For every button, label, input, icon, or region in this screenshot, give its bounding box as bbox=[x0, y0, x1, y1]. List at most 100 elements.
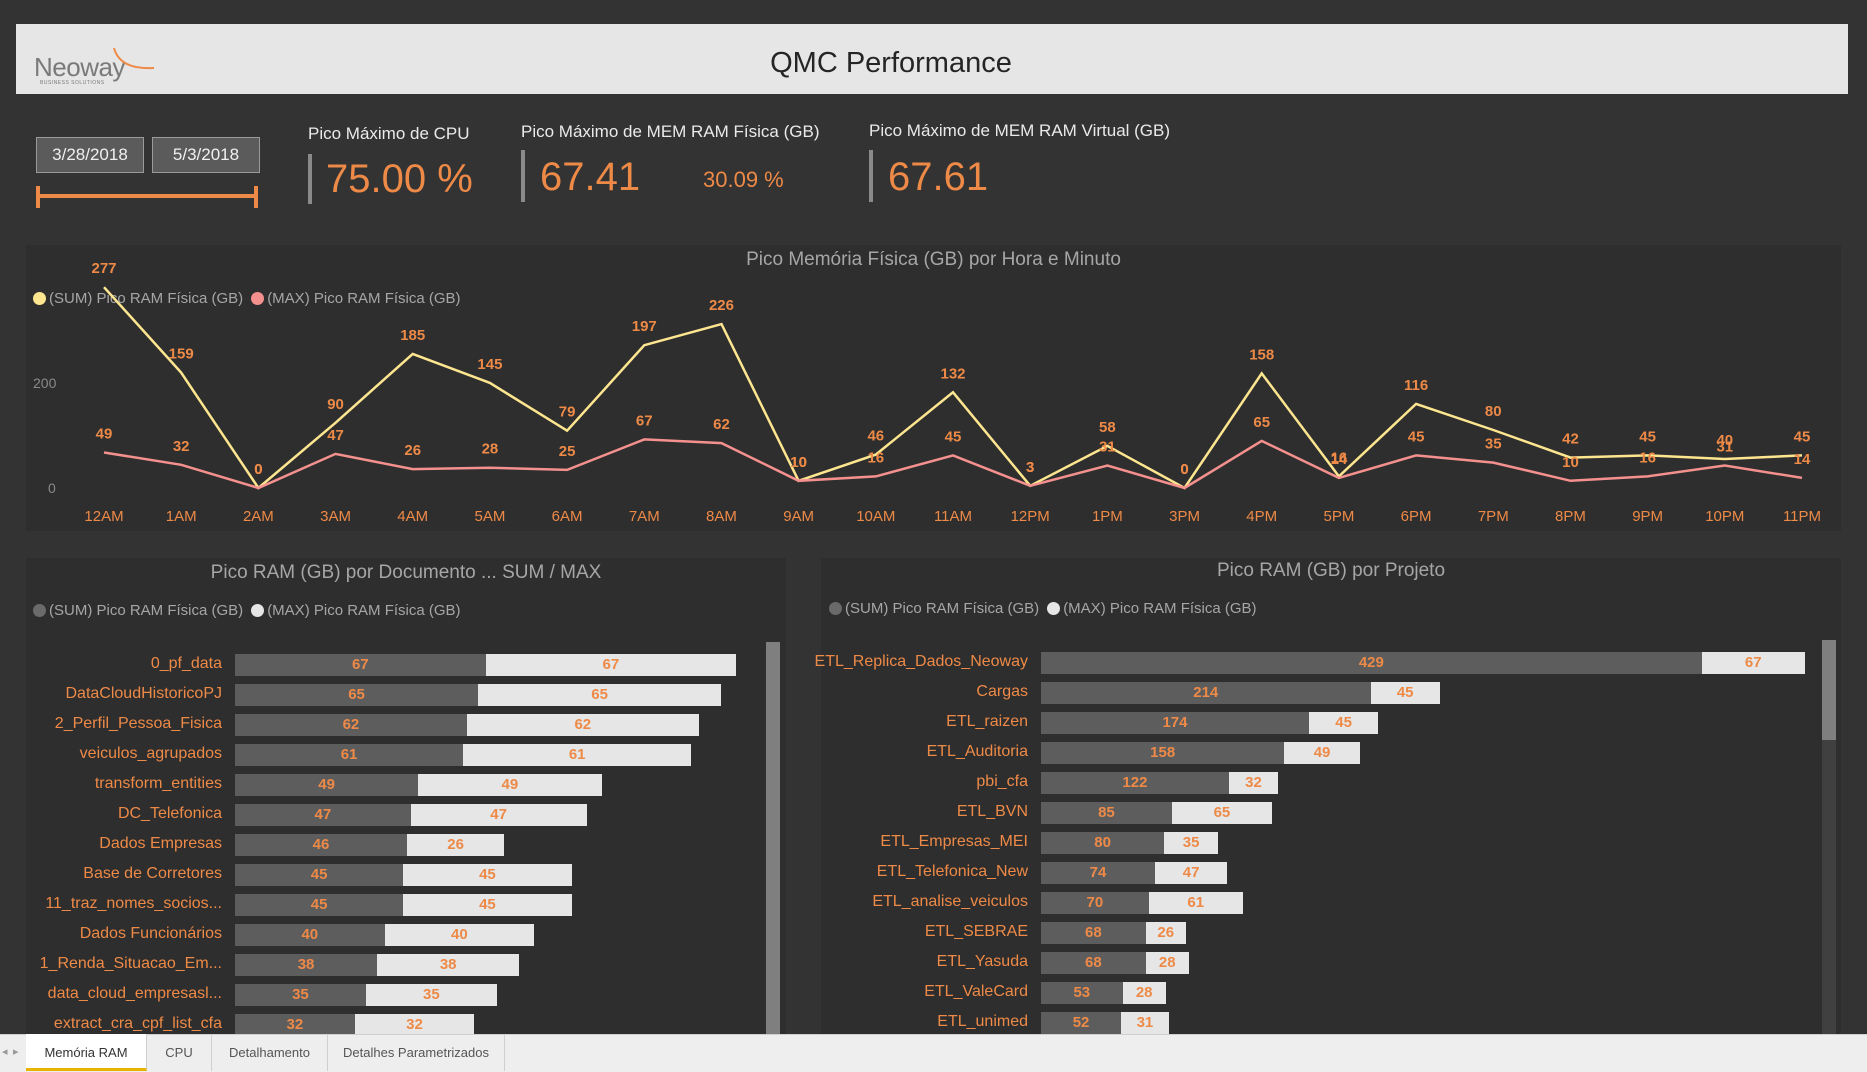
data-label-max: 65 bbox=[1253, 414, 1270, 431]
bar-sum-value: 49 bbox=[318, 776, 335, 793]
x-tick-label: 4AM bbox=[397, 508, 428, 525]
bar-sum-value: 45 bbox=[310, 866, 328, 883]
data-label-sum: 79 bbox=[559, 404, 576, 421]
proj-bar-title: Pico RAM (GB) por Projeto bbox=[1216, 560, 1446, 581]
bar-max-value: 45 bbox=[479, 896, 496, 913]
x-tick-label: 3PM bbox=[1169, 508, 1200, 525]
bar-sum-value: 52 bbox=[1072, 1014, 1090, 1031]
bar-max-value: 47 bbox=[1182, 864, 1200, 881]
tab-next-arrow-icon[interactable]: ▸ bbox=[13, 1034, 19, 1071]
proj-legend-sum-dot-icon bbox=[829, 602, 842, 615]
bar-category-label[interactable]: ETL_Auditoria bbox=[728, 743, 1028, 761]
bar-max-value: 65 bbox=[591, 686, 608, 703]
bar-category-label[interactable]: ETL_Empresas_MEI bbox=[728, 833, 1028, 851]
bar-max-value: 61 bbox=[1187, 894, 1205, 911]
x-tick-label: 11AM bbox=[934, 508, 972, 525]
data-label-sum: 185 bbox=[400, 327, 425, 344]
bar-sum-value: 53 bbox=[1073, 984, 1091, 1001]
bar-max-value: 31 bbox=[1136, 1014, 1154, 1031]
bar-category-label[interactable]: Cargas bbox=[728, 683, 1028, 701]
bar-sum-value: 70 bbox=[1086, 894, 1104, 911]
tab-memoria-ram[interactable]: Memória RAM bbox=[26, 1034, 147, 1071]
bar-sum-value: 61 bbox=[340, 746, 358, 763]
bar-sum-value: 85 bbox=[1098, 804, 1115, 821]
data-label-max: 0 bbox=[1180, 461, 1188, 478]
bar-sum-value: 65 bbox=[348, 686, 365, 703]
tab-cpu[interactable]: CPU bbox=[147, 1034, 212, 1071]
data-label-max: 25 bbox=[559, 443, 576, 460]
x-tick-label: 8AM bbox=[706, 508, 737, 525]
data-label-max: 67 bbox=[636, 412, 653, 429]
bar-category-label[interactable]: extract_cra_cpf_list_cfa bbox=[0, 1015, 222, 1033]
bar-category-label[interactable]: ETL_BVN bbox=[728, 803, 1028, 821]
proj-legend-max[interactable]: (MAX) Pico RAM Física (GB) bbox=[1047, 600, 1257, 617]
bar-category-label[interactable]: ETL_Yasuda bbox=[728, 953, 1028, 971]
bar-sum-value: 40 bbox=[301, 926, 319, 943]
proj-legend-sum[interactable]: (SUM) Pico RAM Física (GB) bbox=[829, 600, 1039, 617]
bar-category-label[interactable]: ETL_Telefonica_New bbox=[728, 863, 1028, 881]
doc-legend-sum-dot-icon bbox=[33, 604, 46, 617]
doc-legend-max[interactable]: (MAX) Pico RAM Física (GB) bbox=[251, 602, 461, 619]
x-tick-label: 1AM bbox=[166, 508, 197, 525]
data-label-max: 49 bbox=[96, 425, 113, 442]
bar-category-label[interactable]: 1_Renda_Situacao_Em... bbox=[0, 955, 222, 973]
bar-category-label[interactable]: DataCloudHistoricoPJ bbox=[0, 685, 222, 703]
tab-prev-arrow-icon[interactable]: ◂ bbox=[2, 1034, 8, 1071]
x-tick-label: 1PM bbox=[1092, 508, 1123, 525]
bar-sum-value: 158 bbox=[1150, 744, 1176, 761]
series-line-max[interactable] bbox=[103, 438, 1803, 490]
data-label-max: 10 bbox=[1562, 454, 1579, 471]
data-label-max: 14 bbox=[1794, 451, 1811, 468]
data-label-sum: 159 bbox=[169, 346, 194, 363]
x-tick-label: 5AM bbox=[474, 508, 505, 525]
bar-max-value: 45 bbox=[479, 866, 496, 883]
bar-category-label[interactable]: transform_entities bbox=[0, 775, 222, 793]
bar-category-label[interactable]: ETL_Replica_Dados_Neoway bbox=[728, 653, 1028, 671]
data-label-max: 31 bbox=[1099, 439, 1116, 456]
x-tick-label: 8PM bbox=[1555, 508, 1586, 525]
x-tick-label: 2AM bbox=[243, 508, 274, 525]
doc-bar-legend: (SUM) Pico RAM Física (GB) (MAX) Pico RA… bbox=[33, 602, 469, 619]
bar-category-label[interactable]: ETL_ValeCard bbox=[728, 983, 1028, 1001]
doc-legend-sum-label: (SUM) Pico RAM Física (GB) bbox=[49, 602, 244, 619]
bar-category-label[interactable]: ETL_raizen bbox=[728, 713, 1028, 731]
data-label-max: 47 bbox=[327, 427, 344, 444]
x-tick-label: 7AM bbox=[629, 508, 660, 525]
bar-category-label[interactable]: Base de Corretores bbox=[0, 865, 222, 883]
x-tick-label: 9PM bbox=[1632, 508, 1663, 525]
x-tick-label: 10AM bbox=[856, 508, 895, 525]
bar-category-label[interactable]: 2_Perfil_Pessoa_Fisica bbox=[0, 715, 222, 733]
data-label-max: 0 bbox=[254, 461, 262, 478]
bar-category-label[interactable]: ETL_SEBRAE bbox=[728, 923, 1028, 941]
bar-sum-value: 62 bbox=[342, 716, 360, 733]
bar-category-label[interactable]: 0_pf_data bbox=[0, 655, 222, 673]
tab-detalhamento[interactable]: Detalhamento bbox=[212, 1034, 328, 1071]
bar-max-value: 47 bbox=[490, 806, 507, 823]
x-tick-label: 10PM bbox=[1705, 508, 1744, 525]
bar-category-label[interactable]: ETL_analise_veiculos bbox=[728, 893, 1028, 911]
bar-max-value: 67 bbox=[1744, 654, 1762, 671]
bar-max-value: 61 bbox=[568, 746, 586, 763]
doc-legend-sum[interactable]: (SUM) Pico RAM Física (GB) bbox=[33, 602, 243, 619]
bar-category-label[interactable]: veiculos_agrupados bbox=[0, 745, 222, 763]
x-tick-label: 7PM bbox=[1478, 508, 1509, 525]
bar-sum-value: 32 bbox=[286, 1016, 304, 1033]
x-tick-label: 5PM bbox=[1323, 508, 1354, 525]
bar-category-label[interactable]: Dados Funcionários bbox=[0, 925, 222, 943]
data-label-max: 16 bbox=[867, 449, 884, 466]
tab-detalhes-parametrizados[interactable]: Detalhes Parametrizados bbox=[328, 1034, 505, 1071]
bar-category-label[interactable]: data_cloud_empresasl... bbox=[0, 985, 222, 1003]
bar-category-label[interactable]: 11_traz_nomes_socios... bbox=[0, 895, 222, 913]
bar-sum-value: 45 bbox=[310, 896, 328, 913]
bar-max-value: 45 bbox=[1335, 714, 1352, 731]
data-label-max: 35 bbox=[1485, 436, 1502, 453]
x-tick-label: 9AM bbox=[783, 508, 814, 525]
bar-sum-value: 74 bbox=[1089, 864, 1107, 881]
bar-category-label[interactable]: pbi_cfa bbox=[728, 773, 1028, 791]
proj-scrollbar-thumb[interactable] bbox=[1822, 640, 1836, 740]
bar-category-label[interactable]: Dados Empresas bbox=[0, 835, 222, 853]
proj-legend-sum-label: (SUM) Pico RAM Física (GB) bbox=[845, 600, 1040, 617]
proj-legend-max-dot-icon bbox=[1047, 602, 1061, 615]
bar-category-label[interactable]: DC_Telefonica bbox=[0, 805, 222, 823]
bar-category-label[interactable]: ETL_unimed bbox=[728, 1013, 1028, 1031]
